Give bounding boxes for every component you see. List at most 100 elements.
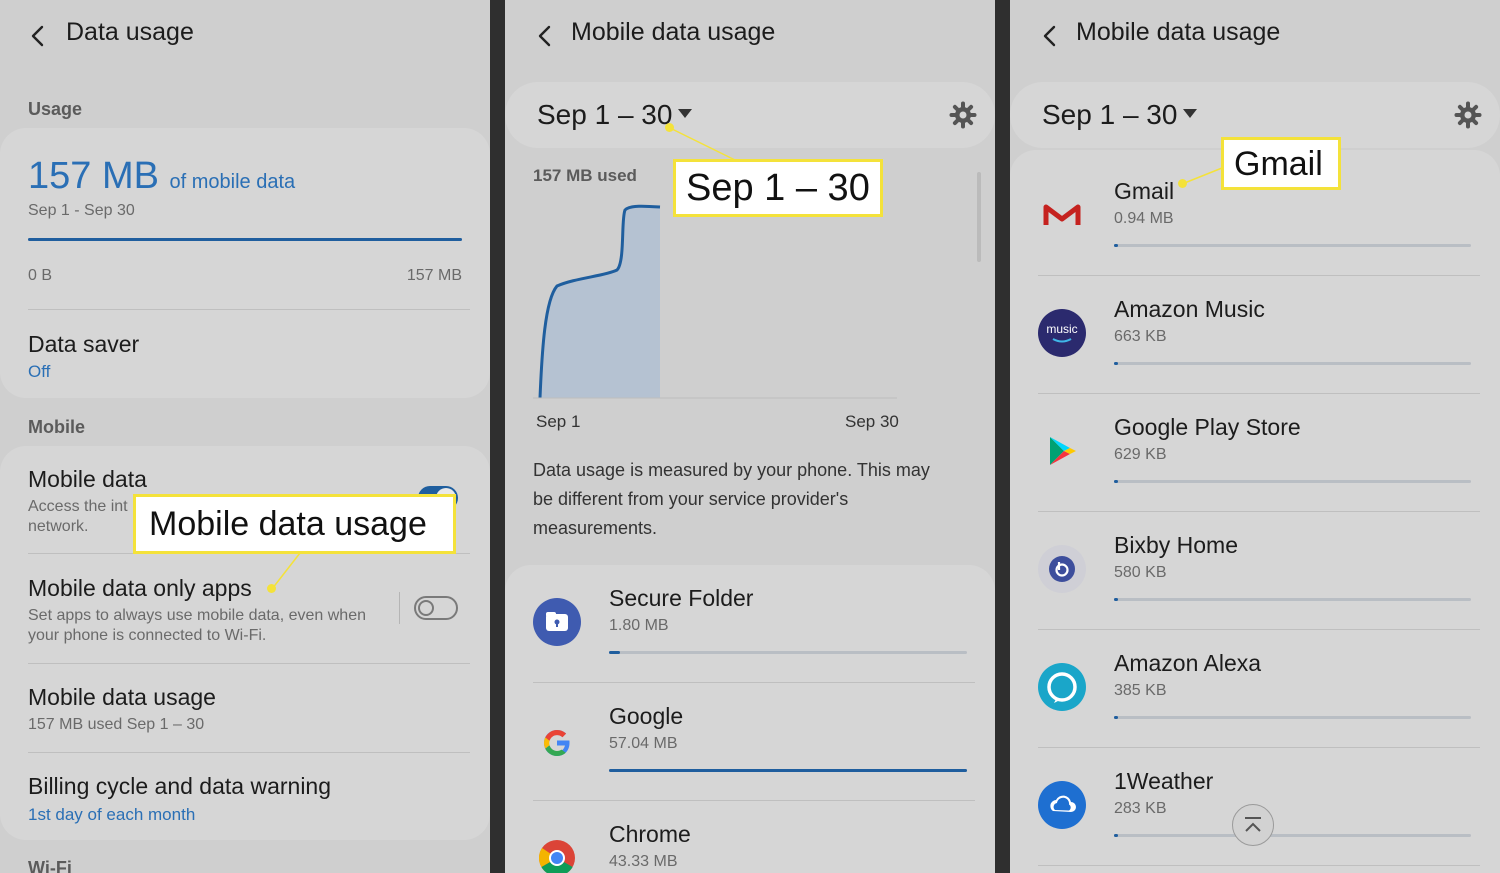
mobile-data-usage-apps-screen: Mobile data usage Sep 1 – 30 Gmail 0.94 … <box>1010 0 1500 873</box>
billing-sub: 1st day of each month <box>28 805 196 824</box>
mobile-data-usage-screen: Mobile data usage Sep 1 – 30 157 MB used… <box>505 0 995 873</box>
data-saver-title: Data saver <box>28 331 140 357</box>
divider <box>1038 393 1480 394</box>
header: Mobile data usage <box>505 0 995 70</box>
app-bar <box>1114 834 1118 837</box>
callout-dot <box>267 584 276 593</box>
mobile-data-sub: Access the int <box>28 498 128 515</box>
section-label-mobile: Mobile <box>28 417 85 437</box>
app-bar-track <box>1114 598 1471 601</box>
stage: Data usage Usage 157 MB of mobile data S… <box>0 0 1500 873</box>
chevron-down-icon <box>1183 109 1197 118</box>
app-name: Gmail <box>1114 178 1175 204</box>
divider <box>533 682 975 683</box>
app-name: Google Play Store <box>1114 414 1301 440</box>
header: Mobile data usage <box>1010 0 1500 70</box>
app-bar-track <box>609 651 967 654</box>
app-size: 580 KB <box>1114 564 1167 581</box>
1weather-icon <box>1038 781 1086 829</box>
mdu-title: Mobile data usage <box>28 684 216 710</box>
callout-cycle: Sep 1 – 30 <box>673 159 883 217</box>
only-apps-sub: Set apps to always use mobile data, even… <box>28 607 366 644</box>
app-name: Secure Folder <box>609 585 754 611</box>
usage-area <box>540 206 660 398</box>
divider <box>533 800 975 801</box>
callout-mobile-data-usage: Mobile data usage <box>133 494 456 554</box>
page-title: Data usage <box>66 18 194 46</box>
app-bar <box>1114 244 1118 247</box>
app-bar <box>1114 362 1118 365</box>
chevron-up-icon <box>1245 817 1261 832</box>
usage-note: Data usage is measured by your phone. Th… <box>533 460 930 538</box>
usage-bar-max: 157 MB <box>406 267 462 284</box>
app-bar-track <box>1114 716 1471 719</box>
divider <box>1038 865 1480 866</box>
divider <box>28 663 470 664</box>
mobile-data-title: Mobile data <box>28 466 147 492</box>
amazon-music-icon: music <box>1038 309 1086 357</box>
back-arrow-icon[interactable] <box>1036 22 1064 50</box>
callout-gmail: Gmail <box>1221 137 1341 190</box>
only-apps-toggle[interactable] <box>414 596 458 620</box>
cycle-label: Sep 1 – 30 <box>1042 99 1178 130</box>
app-size: 0.94 MB <box>1114 210 1174 227</box>
app-size: 1.80 MB <box>609 617 669 634</box>
cycle-dropdown[interactable]: Sep 1 – 30 <box>505 82 995 148</box>
play-store-icon <box>1038 427 1086 475</box>
app-name: Google <box>609 703 684 729</box>
app-bar-track <box>1114 244 1471 247</box>
back-arrow-icon[interactable] <box>531 22 559 50</box>
only-apps-title: Mobile data only apps <box>28 575 252 601</box>
mobile-data-sub-2: network. <box>28 518 89 535</box>
app-name: Amazon Music <box>1114 296 1265 322</box>
divider <box>1038 511 1480 512</box>
data-usage-screen: Data usage Usage 157 MB of mobile data S… <box>0 0 490 873</box>
app-name: Bixby Home <box>1114 532 1238 558</box>
callout-dot <box>665 123 674 132</box>
page-title: Mobile data usage <box>571 18 776 46</box>
app-bar-track <box>1114 362 1471 365</box>
divider <box>1038 629 1480 630</box>
app-size: 43.33 MB <box>609 853 678 870</box>
app-size: 385 KB <box>1114 682 1167 699</box>
scrollbar[interactable] <box>977 172 981 262</box>
data-saver-status: Off <box>28 362 51 381</box>
app-bar <box>609 769 967 772</box>
app-name: Amazon Alexa <box>1114 650 1262 676</box>
usage-bar <box>28 238 462 241</box>
callout-dot <box>1178 179 1187 188</box>
app-bar <box>609 651 620 654</box>
gear-icon[interactable] <box>949 101 977 129</box>
chevron-down-icon <box>678 109 692 118</box>
back-arrow-icon[interactable] <box>24 22 52 50</box>
google-icon <box>533 716 581 764</box>
app-size: 57.04 MB <box>609 735 678 752</box>
header: Data usage <box>0 0 490 70</box>
app-size: 283 KB <box>1114 800 1167 817</box>
divider <box>1038 275 1480 276</box>
x-start-label: Sep 1 <box>536 412 581 431</box>
app-bar <box>1114 480 1118 483</box>
divider <box>28 309 470 310</box>
app-name: Chrome <box>609 821 691 847</box>
x-end-label: Sep 30 <box>845 412 899 431</box>
secure-folder-icon <box>533 598 581 646</box>
page-title: Mobile data usage <box>1076 18 1281 46</box>
scroll-to-top-button[interactable] <box>1232 804 1274 846</box>
section-label-usage: Usage <box>28 99 83 119</box>
gmail-icon <box>1038 191 1086 239</box>
usage-bar-min: 0 B <box>28 267 53 284</box>
gear-icon[interactable] <box>1454 101 1482 129</box>
cycle-label: Sep 1 – 30 <box>537 99 673 130</box>
bixby-home-icon <box>1038 545 1086 593</box>
divider <box>1038 747 1480 748</box>
toggle-separator <box>399 592 400 624</box>
amazon-alexa-icon <box>1038 663 1086 711</box>
usage-summary: 157 MB of mobile data <box>28 155 295 198</box>
usage-range: Sep 1 - Sep 30 <box>28 202 135 219</box>
app-name: 1Weather <box>1114 768 1214 794</box>
chrome-icon <box>533 834 581 873</box>
usage-of: of mobile data <box>169 171 296 193</box>
app-size: 629 KB <box>1114 446 1167 463</box>
app-bar-track <box>1114 480 1471 483</box>
